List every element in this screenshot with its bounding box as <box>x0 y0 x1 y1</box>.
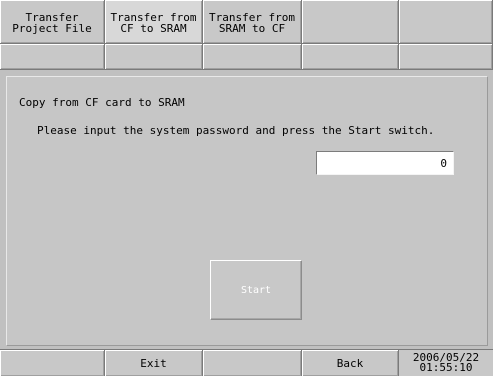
tab-empty-5[interactable] <box>399 0 493 44</box>
subtab-1[interactable] <box>0 44 105 70</box>
subtab-3[interactable] <box>203 44 302 70</box>
password-input[interactable] <box>316 151 454 175</box>
time-text: 01:55:10 <box>419 361 473 374</box>
bottom-empty-1[interactable] <box>0 349 105 376</box>
tab-transfer-sram-to-cf[interactable]: Transfer from SRAM to CF <box>203 0 302 44</box>
tab-empty-4[interactable] <box>302 0 399 44</box>
exit-button[interactable]: Exit <box>105 349 203 376</box>
bottom-empty-3[interactable] <box>203 349 302 376</box>
tab-bar-secondary <box>0 44 493 70</box>
bottom-bar: Exit Back 2006/05/22 01:55:10 <box>0 349 493 376</box>
subtab-4[interactable] <box>302 44 399 70</box>
start-button[interactable]: Start <box>210 260 302 320</box>
tab-transfer-cf-to-sram[interactable]: Transfer from CF to SRAM <box>105 0 203 44</box>
screen: Transfer Project File Transfer from CF t… <box>0 0 493 376</box>
tab-transfer-project-file[interactable]: Transfer Project File <box>0 0 105 44</box>
subtab-2[interactable] <box>105 44 203 70</box>
date-time-display: 2006/05/22 01:55:10 <box>399 349 493 376</box>
transfer-panel: Copy from CF card to SRAM Please input t… <box>6 76 488 346</box>
back-button[interactable]: Back <box>302 349 399 376</box>
instruction-text: Please input the system password and pre… <box>37 124 435 137</box>
subtab-5[interactable] <box>399 44 493 70</box>
panel-heading: Copy from CF card to SRAM <box>19 96 185 109</box>
tab-bar: Transfer Project File Transfer from CF t… <box>0 0 493 44</box>
